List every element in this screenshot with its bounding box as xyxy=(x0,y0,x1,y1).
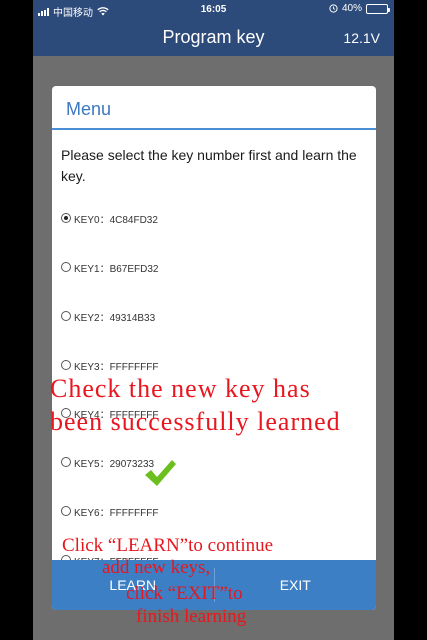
status-right: 40% xyxy=(329,3,390,14)
title-bar: Program key 12.1V xyxy=(33,19,394,56)
annotation-line-5: click “EXIT”to xyxy=(126,583,243,604)
dialog-header: Menu xyxy=(52,86,376,130)
key-label: KEY3：FFFFFFFF xyxy=(74,361,159,373)
key-option-2[interactable]: KEY2：49314B33 xyxy=(61,307,155,325)
check-mark-icon xyxy=(145,460,176,486)
key-label: KEY0：4C84FD32 xyxy=(74,214,158,226)
key-option-1[interactable]: KEY1：B67EFD32 xyxy=(61,258,159,276)
key-option-0[interactable]: KEY0：4C84FD32 xyxy=(61,209,158,227)
page-title: Program key xyxy=(162,27,265,47)
radio-button[interactable] xyxy=(61,506,71,516)
annotation-line-2: been successfully learned xyxy=(50,407,341,436)
key-option-6[interactable]: KEY6：FFFFFFFF xyxy=(61,502,158,520)
radio-button[interactable] xyxy=(61,262,71,272)
instruction-text: Please select the key number first and l… xyxy=(61,147,357,184)
alarm-icon xyxy=(329,4,338,13)
dialog-title: Menu xyxy=(66,99,112,119)
status-bar: 中国移动 16:05 40% xyxy=(33,0,394,19)
annotation-line-3: Click “LEARN”to continue xyxy=(62,535,274,556)
radio-button[interactable] xyxy=(61,311,71,321)
annotation-line-1: Check the new key has xyxy=(50,374,311,403)
annotation-line-4: add new keys, xyxy=(102,557,211,578)
annotation-line-6: finish learning xyxy=(136,606,247,627)
radio-button-selected[interactable] xyxy=(61,213,71,223)
key-option-5[interactable]: KEY5：29073233 xyxy=(61,453,154,471)
battery-icon xyxy=(366,3,390,14)
header-divider xyxy=(52,128,376,130)
radio-button[interactable] xyxy=(61,457,71,467)
radio-button[interactable] xyxy=(61,360,71,370)
battery-voltage: 12.1V xyxy=(343,30,380,46)
key-label: KEY1：B67EFD32 xyxy=(74,263,159,275)
menu-dialog: Menu Please select the key number first … xyxy=(52,86,376,610)
key-label: KEY2：49314B33 xyxy=(74,312,156,324)
battery-percent: 40% xyxy=(341,3,362,14)
key-option-3[interactable]: KEY3：FFFFFFFF xyxy=(61,356,158,374)
key-label: KEY6：FFFFFFFF xyxy=(74,507,159,519)
